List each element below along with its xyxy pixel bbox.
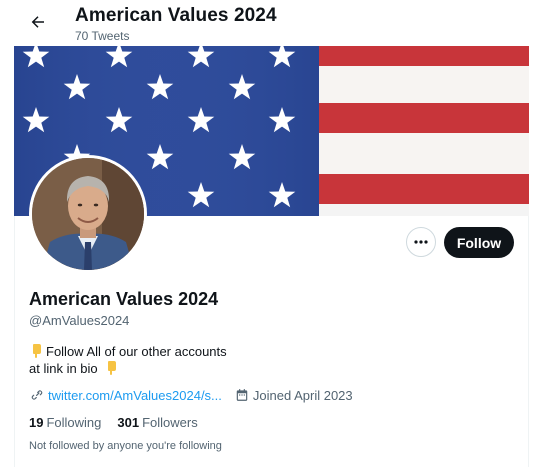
header-title: American Values 2024	[75, 5, 277, 26]
following-link[interactable]: 19 Following	[29, 415, 101, 430]
link-icon	[29, 387, 45, 403]
more-dots-icon	[414, 240, 428, 244]
profile-stats: 19 Following 301 Followers	[29, 415, 214, 430]
bio-line-2: at link in bio	[29, 360, 259, 377]
joined-date: Joined April 2023	[234, 387, 353, 403]
pointing-down-emoji	[108, 361, 117, 375]
bio-line-1: Follow All of our other accounts	[29, 343, 259, 360]
following-label: Following	[46, 415, 102, 430]
profile-link[interactable]: twitter.com/AmValues2024/s...	[48, 388, 222, 403]
calendar-icon	[234, 387, 250, 403]
bio-text-2: at link in bio	[29, 361, 98, 376]
follow-button[interactable]: Follow	[444, 227, 514, 258]
profile-handle: @AmValues2024	[29, 313, 130, 328]
arrow-left-icon	[31, 16, 44, 28]
followers-label: Followers	[142, 415, 198, 430]
profile-avatar[interactable]	[29, 155, 147, 273]
profile-name: American Values 2024	[29, 289, 219, 309]
more-options-button[interactable]	[406, 227, 436, 257]
followers-link[interactable]: 301 Followers	[117, 415, 197, 430]
avatar-image	[32, 158, 144, 270]
following-count: 19	[29, 415, 44, 430]
profile-header: American Values 2024 70 Tweets	[14, 0, 529, 46]
tweet-count: 70 Tweets	[75, 29, 130, 43]
pointing-down-emoji	[33, 344, 41, 358]
not-followed-notice: Not followed by anyone you're following	[29, 440, 222, 452]
back-button[interactable]	[24, 8, 52, 36]
bio-text-1: Follow All of our other accounts	[46, 344, 227, 359]
profile-bio: Follow All of our other accounts at link…	[29, 343, 259, 377]
profile-meta: twitter.com/AmValues2024/s... Joined Apr…	[29, 387, 353, 403]
followers-count: 301	[117, 415, 140, 430]
joined-text: Joined April 2023	[252, 387, 353, 403]
